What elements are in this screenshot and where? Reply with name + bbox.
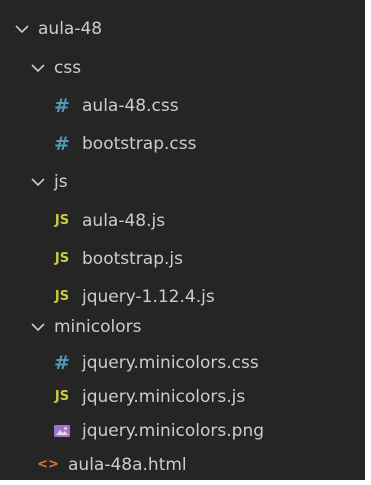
file-explorer: aula-48 css # aula-48.css # bootstrap.cs… [0, 0, 365, 480]
file-label: bootstrap.js [82, 249, 183, 269]
file-label: aula-48.js [82, 211, 166, 231]
folder-label: css [54, 58, 82, 78]
image-file-icon [52, 421, 72, 441]
file-label: jquery.minicolors.css [82, 353, 259, 373]
file-bootstrap-js[interactable]: JS bootstrap.js [0, 242, 365, 276]
css-hash-icon: # [54, 95, 70, 117]
css-hash-icon: # [54, 133, 70, 155]
file-label: aula-48.css [82, 96, 179, 116]
css-hash-icon: # [54, 352, 70, 374]
file-minicolors-js[interactable]: JS jquery.minicolors.js [0, 380, 365, 414]
file-label: aula-48a.html [68, 455, 187, 475]
file-aula-48a-html[interactable]: <> aula-48a.html [0, 448, 365, 482]
file-aula-48-css[interactable]: # aula-48.css [0, 89, 365, 123]
js-file-icon: JS [54, 251, 70, 266]
file-minicolors-png[interactable]: jquery.minicolors.png [0, 414, 365, 448]
file-bootstrap-css[interactable]: # bootstrap.css [0, 127, 365, 161]
folder-label: aula-48 [38, 19, 103, 39]
file-label: jquery.minicolors.png [82, 421, 265, 441]
folder-minicolors[interactable]: minicolors [0, 310, 365, 344]
folder-aula-48[interactable]: aula-48 [0, 12, 365, 46]
folder-js[interactable]: js [0, 165, 365, 199]
html-brackets-icon: <> [37, 457, 59, 472]
file-label: jquery-1.12.4.js [82, 287, 215, 307]
chevron-down-icon [14, 21, 30, 37]
js-file-icon: JS [54, 389, 70, 404]
folder-css[interactable]: css [0, 51, 365, 85]
folder-label: js [54, 172, 68, 192]
chevron-down-icon [30, 319, 46, 335]
file-label: jquery.minicolors.js [82, 387, 246, 407]
file-aula-48-js[interactable]: JS aula-48.js [0, 204, 365, 238]
chevron-down-icon [30, 60, 46, 76]
folder-label: minicolors [54, 317, 142, 337]
chevron-down-icon [30, 174, 46, 190]
file-minicolors-css[interactable]: # jquery.minicolors.css [0, 346, 365, 380]
file-label: bootstrap.css [82, 134, 197, 154]
js-file-icon: JS [54, 213, 70, 228]
file-jquery-js[interactable]: JS jquery-1.12.4.js [0, 280, 365, 314]
js-file-icon: JS [54, 289, 70, 304]
